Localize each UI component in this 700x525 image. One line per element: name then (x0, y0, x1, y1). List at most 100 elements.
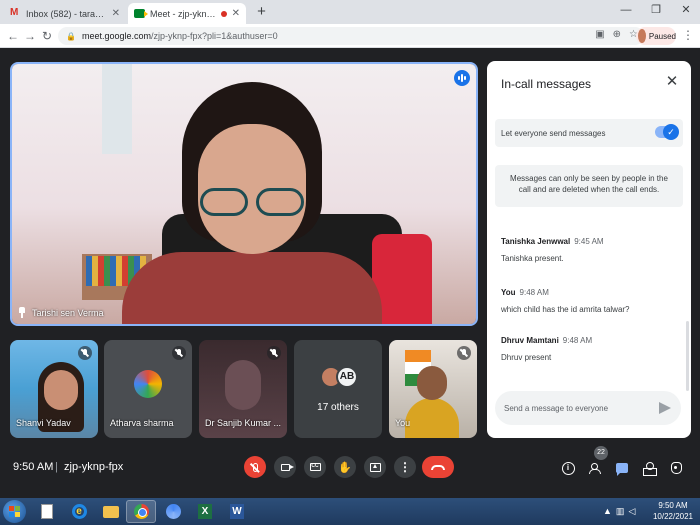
hand-icon: ✋ (338, 461, 352, 474)
chat-message-input[interactable]: Send a message to everyone (495, 391, 681, 425)
taskbar-date: 10/22/2021 (652, 512, 694, 521)
taskbar-app-folder[interactable] (96, 500, 126, 523)
speaking-indicator-icon (454, 70, 470, 86)
taskbar-app-chrome-beta[interactable] (158, 500, 188, 523)
message-sender: You (501, 288, 516, 297)
network-icon[interactable]: ▥ (616, 506, 625, 517)
mic-off-icon (267, 346, 281, 360)
participant-tile[interactable]: Shanvi Yadav (10, 340, 98, 438)
people-button[interactable] (587, 460, 603, 476)
omnibox-icons: ▣ ⊕ ☆ (595, 29, 638, 40)
window-close-icon[interactable]: ✕ (676, 0, 696, 20)
message-sender: Dhruv Mamtani (501, 336, 559, 345)
message-text: Dhruv present (501, 353, 552, 362)
participant-tile[interactable]: Dr Sanjib Kumar ... (199, 340, 287, 438)
profile-button[interactable]: Paused (636, 27, 676, 45)
url-host: meet.google.com (81, 31, 152, 41)
windows-taskbar: e X W ▲ ▥ ◁ 9:50 AM 10/22/2021 (0, 498, 700, 525)
forward-icon[interactable]: → (22, 28, 38, 44)
host-controls-button[interactable] (668, 460, 684, 476)
pin-icon[interactable] (18, 307, 26, 318)
separator: | (55, 461, 58, 473)
message-text: Tanishka present. (501, 254, 564, 263)
tray-expand-icon[interactable]: ▲ (603, 506, 612, 517)
taskbar-time: 9:50 AM (658, 501, 688, 510)
browser-menu-icon[interactable]: ⋮ (682, 28, 694, 42)
folder-icon (103, 505, 119, 518)
chat-icon (616, 463, 628, 476)
message-time: 9:48 AM (562, 336, 593, 345)
leave-call-button[interactable] (422, 456, 454, 478)
meeting-details-button[interactable]: i (560, 460, 576, 476)
speaker-name: Tarishi sen Verma (32, 307, 104, 318)
chat-message: Tanishka Jenwwal 9:45 AM Tanishka present… (501, 237, 683, 264)
volume-icon[interactable]: ◁ (628, 506, 635, 517)
minimize-icon[interactable]: — (616, 0, 636, 20)
internet-explorer-icon: e (71, 504, 87, 519)
maximize-icon[interactable]: ❐ (646, 0, 666, 20)
meeting-code: zjp-yknp-fpx (64, 461, 124, 473)
camera-permission-icon[interactable]: ▣ (595, 29, 604, 40)
meet-icon (134, 9, 148, 18)
chat-message: You 9:48 AM which child has the id amrita… (501, 288, 683, 315)
mic-off-icon (252, 462, 258, 472)
close-icon[interactable]: ✕ (112, 8, 120, 19)
taskbar-clock[interactable]: 9:50 AM 10/22/2021 (650, 500, 696, 522)
close-panel-button[interactable]: ✕ (663, 73, 681, 91)
activities-icon (643, 462, 657, 476)
lock-icon: 🔒 (66, 31, 76, 41)
input-placeholder: Send a message to everyone (504, 403, 609, 413)
send-messages-toggle[interactable] (655, 124, 679, 140)
raise-hand-button[interactable]: ✋ (334, 456, 356, 478)
mic-off-icon (172, 346, 186, 360)
tab-google-meet[interactable]: Meet - zjp-yknp-fpx ✕ (128, 3, 246, 24)
mic-off-icon (78, 346, 92, 360)
tab-title: Inbox (582) - tarannum@theindi (26, 8, 107, 19)
gmail-icon (10, 7, 21, 18)
taskbar-app-ie[interactable]: e (64, 500, 94, 523)
send-messages-setting: Let everyone send messages (495, 119, 683, 147)
meeting-clock: 9:50 AM (13, 461, 54, 473)
participant-name: Shanvi Yadav (16, 418, 71, 428)
present-now-button[interactable] (364, 456, 386, 478)
taskbar-app-chrome[interactable] (126, 500, 156, 523)
chat-notice: Messages can only be seen by people in t… (495, 165, 683, 207)
hang-up-icon (431, 464, 445, 470)
tab-gmail-inbox[interactable]: Inbox (582) - tarannum@theindi ✕ (4, 3, 126, 24)
participant-count-badge: 22 (594, 446, 608, 460)
reload-icon[interactable]: ↻ (39, 28, 55, 44)
chat-message: Dhruv Mamtani 9:48 AM Dhruv present (501, 336, 683, 363)
zoom-icon[interactable]: ⊕ (613, 29, 621, 40)
main-speaker-tile[interactable]: Tarishi sen Verma (10, 62, 478, 326)
chrome-beta-icon (165, 504, 181, 519)
captions-button[interactable]: CC (304, 456, 326, 478)
taskbar-app-excel[interactable]: X (190, 500, 220, 523)
others-tile[interactable]: AB 17 others (294, 340, 382, 438)
taskbar-app-word[interactable]: W (222, 500, 252, 523)
send-icon[interactable] (659, 402, 671, 414)
back-icon[interactable]: ← (5, 28, 21, 44)
participant-tile[interactable]: Atharva sharma (104, 340, 192, 438)
participant-name: You (395, 418, 411, 428)
microphone-toggle-button[interactable] (244, 456, 266, 478)
document-icon (41, 504, 53, 519)
camera-toggle-button[interactable] (274, 456, 296, 478)
recording-icon (220, 10, 227, 17)
more-options-button[interactable]: ⋮ (394, 456, 416, 478)
avatar (134, 370, 162, 398)
taskbar-app-explorer-doc[interactable] (32, 500, 62, 523)
activities-button[interactable] (641, 460, 657, 476)
start-button[interactable] (3, 500, 26, 523)
others-count: 17 others (317, 402, 359, 413)
new-tab-button[interactable]: + (253, 4, 270, 21)
close-icon[interactable]: ✕ (232, 8, 240, 19)
url-bar[interactable]: 🔒 meet.google.com/zjp-yknp-fpx?pli=1&aut… (58, 27, 644, 45)
self-tile[interactable]: You (389, 340, 477, 438)
system-tray: ▲ ▥ ◁ (603, 506, 635, 517)
chat-button[interactable] (614, 460, 630, 476)
chat-scrollbar[interactable] (686, 321, 689, 391)
message-time: 9:45 AM (574, 237, 604, 246)
browser-tab-bar: Inbox (582) - tarannum@theindi ✕ Meet - … (0, 0, 700, 24)
tab-title: Meet - zjp-yknp-fpx (150, 8, 216, 19)
profile-status: Paused (648, 31, 676, 41)
